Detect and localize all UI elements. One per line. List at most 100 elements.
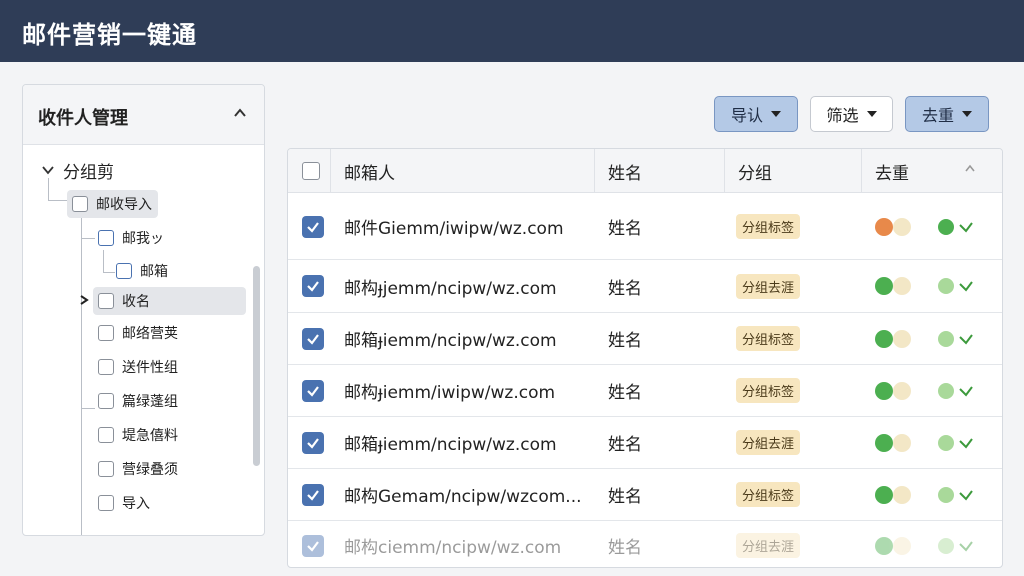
group-badge[interactable]: 分組去涯 — [736, 430, 801, 455]
chevron-down-icon[interactable] — [41, 163, 55, 177]
email-cell: 邮构ɟiemm/iwipw/wz.com — [344, 365, 555, 416]
app-titlebar: 邮件营销一键通 — [0, 0, 1024, 62]
group-badge[interactable]: 分组标签 — [736, 378, 801, 403]
tree-item-checkbox[interactable] — [98, 293, 114, 309]
group-cell: 分组标签 — [736, 194, 801, 259]
email-cell: 邮箱ɟiemm/ncipw/wz.com — [344, 313, 557, 364]
table-row[interactable]: 邮箱ɟiemm/ncipw/wz.com 姓名 分組去涯 — [288, 417, 1002, 469]
tree-root-node[interactable]: 分组剪 — [41, 158, 114, 183]
caret-down-icon — [771, 111, 781, 117]
status-dot-icon — [938, 382, 954, 399]
tree-item[interactable]: 邮我ッ — [93, 224, 170, 252]
email-text: 邮件Giemm/iwipw/wz.com — [344, 219, 564, 239]
sort-asc-icon[interactable] — [964, 163, 976, 175]
column-header-dedupe[interactable]: 去重 — [875, 149, 909, 193]
group-badge[interactable]: 分组去涯 — [736, 273, 801, 299]
tree-item[interactable]: 收名 — [80, 287, 246, 315]
row-checkbox[interactable] — [302, 483, 324, 506]
dedupe-button[interactable]: 去重 — [905, 96, 989, 132]
sidebar-header: 收件人管理 — [23, 85, 264, 145]
email-cell: 邮箱ɟiemm/ncipw/wz.com — [344, 417, 557, 468]
status-indicator — [938, 218, 974, 235]
sidebar-title: 收件人管理 — [38, 108, 128, 129]
status-cell — [938, 313, 974, 364]
import-button[interactable]: 导认 — [714, 96, 798, 132]
group-badge[interactable]: 分组标签 — [736, 482, 801, 507]
tree-item-checkbox[interactable] — [98, 325, 114, 341]
tree-item-checkbox[interactable] — [116, 263, 132, 279]
toggle-knob — [875, 485, 893, 504]
app-title: 邮件营销一键通 — [22, 21, 197, 49]
row-checkbox[interactable] — [302, 379, 324, 402]
table-row[interactable]: 邮构ɟjemm/ncipw/wz.com 姓名 分组去涯 — [288, 260, 1002, 313]
name-text: 姓名 — [608, 487, 642, 507]
table-row[interactable]: 邮件Giemm/iwipw/wz.com 姓名 分组标签 — [288, 194, 1002, 260]
toggle-track — [893, 485, 911, 504]
status-cell — [938, 469, 974, 520]
filter-button[interactable]: 筛选 — [810, 96, 893, 132]
tree-item[interactable]: 篇绿蓬组 — [93, 387, 184, 415]
tree-item-checkbox[interactable] — [98, 495, 114, 511]
row-checkbox[interactable] — [302, 215, 324, 238]
table-row[interactable]: 邮构Gemam/ncipw/wzcom... 姓名 分组标签 — [288, 469, 1002, 521]
row-checkbox[interactable] — [302, 431, 324, 454]
tree-item-checkbox[interactable] — [98, 230, 114, 246]
dedupe-toggle[interactable] — [875, 276, 917, 296]
name-text: 姓名 — [608, 383, 642, 403]
email-cell: 邮构ciemm/ncipw/wz.com — [344, 521, 561, 567]
tree-item-checkbox[interactable] — [98, 461, 114, 477]
tree-item-checkbox[interactable] — [98, 359, 114, 375]
tree-item[interactable]: 邮收导入 — [67, 190, 158, 218]
table-row[interactable]: 邮构ɟiemm/iwipw/wz.com 姓名 分组标签 — [288, 365, 1002, 417]
tree-item[interactable]: 送件性组 — [93, 353, 184, 381]
sidebar-scrollbar[interactable] — [253, 266, 260, 466]
tree-item[interactable]: 堤急僖料 — [93, 421, 184, 449]
column-header-group[interactable]: 分组 — [738, 149, 772, 193]
row-checkbox[interactable] — [302, 327, 324, 350]
import-button-label: 导认 — [730, 106, 763, 125]
name-cell: 姓名 — [608, 365, 642, 416]
status-indicator — [938, 382, 974, 399]
check-icon — [307, 437, 319, 449]
select-all-checkbox[interactable] — [302, 162, 320, 180]
dedupe-cell — [875, 469, 917, 520]
toggle-track — [893, 536, 911, 555]
column-header-name[interactable]: 姓名 — [608, 149, 642, 193]
group-cell: 分组标签 — [736, 469, 801, 520]
table-header: 邮箱人 姓名 分组 去重 — [288, 149, 1002, 193]
dedupe-toggle[interactable] — [875, 485, 917, 505]
tree-item[interactable]: 邮络营荚 — [93, 319, 184, 347]
chevron-right-icon[interactable] — [78, 294, 90, 306]
column-header-email[interactable]: 邮箱人 — [344, 149, 395, 193]
chevron-up-icon[interactable] — [232, 105, 248, 121]
dedupe-toggle[interactable] — [875, 433, 917, 453]
group-cell: 分组去涯 — [736, 260, 801, 312]
tree-item[interactable]: 导入 — [93, 489, 156, 517]
select-all-cell[interactable] — [302, 149, 320, 193]
row-select-cell — [302, 417, 324, 468]
email-text: 邮箱ɟiemm/ncipw/wz.com — [344, 435, 557, 455]
status-indicator — [938, 486, 974, 503]
filter-button-label: 筛选 — [826, 106, 859, 125]
row-checkbox[interactable] — [302, 275, 324, 297]
group-badge[interactable]: 分组标签 — [736, 326, 801, 351]
dedupe-toggle[interactable] — [875, 536, 917, 556]
caret-down-icon — [962, 111, 972, 117]
tree-item-label: 邮收导入 — [96, 197, 152, 213]
table-row[interactable]: 邮构ciemm/ncipw/wz.com 姓名 分组去涯 — [288, 521, 1002, 567]
email-cell: 邮件Giemm/iwipw/wz.com — [344, 194, 564, 259]
tree-item-checkbox[interactable] — [98, 427, 114, 443]
tree-item-checkbox[interactable] — [72, 196, 88, 212]
tree-item[interactable]: 邮箱 — [111, 257, 174, 285]
dedupe-toggle[interactable] — [875, 329, 917, 349]
table-row[interactable]: 邮箱ɟiemm/ncipw/wz.com 姓名 分组标签 — [288, 313, 1002, 365]
tree-root-label: 分组剪 — [63, 162, 114, 183]
row-checkbox[interactable] — [302, 534, 324, 557]
tree-item-checkbox[interactable] — [98, 393, 114, 409]
group-badge[interactable]: 分组去涯 — [736, 533, 801, 558]
dedupe-toggle[interactable] — [875, 217, 917, 237]
group-badge[interactable]: 分组标签 — [736, 214, 801, 239]
tree-item-label: 导入 — [122, 496, 150, 512]
tree-item[interactable]: 营绿叠须 — [93, 455, 184, 483]
dedupe-toggle[interactable] — [875, 381, 917, 401]
